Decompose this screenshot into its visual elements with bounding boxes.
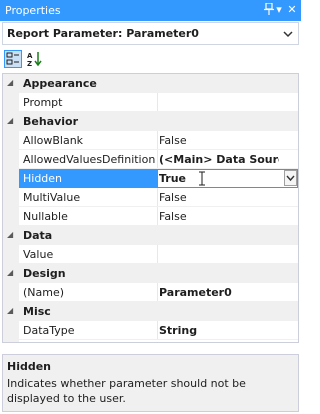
- properties-titlebar: Properties ▾ ✕: [0, 0, 301, 21]
- column-divider: [157, 188, 158, 207]
- property-row-value[interactable]: Value: [3, 245, 298, 264]
- object-selector-value: Report Parameter: Parameter0: [7, 27, 199, 40]
- description-panel: Hidden Indicates whether parameter shoul…: [2, 354, 299, 412]
- ibeam-cursor-icon: [199, 171, 205, 186]
- property-row-datatype[interactable]: DataType String: [3, 321, 298, 340]
- category-name: Data: [23, 229, 53, 242]
- expanded-icon[interactable]: ◢: [7, 78, 16, 87]
- column-divider: [157, 321, 158, 340]
- categorized-button[interactable]: [4, 50, 22, 68]
- property-value[interactable]: String: [159, 324, 279, 337]
- grid-toolbar: A Z: [0, 46, 301, 72]
- row-separator: [19, 339, 298, 340]
- expanded-icon[interactable]: ◢: [7, 230, 16, 239]
- property-row-allowblank[interactable]: AllowBlank False: [3, 131, 298, 150]
- property-value[interactable]: Parameter0: [159, 286, 279, 299]
- description-title: Hidden: [7, 360, 52, 373]
- column-divider: [157, 207, 158, 226]
- column-divider: [157, 93, 158, 112]
- column-divider: [157, 245, 158, 264]
- property-row-nullable[interactable]: Nullable False: [3, 207, 298, 226]
- alphabetical-button[interactable]: A Z: [26, 50, 44, 68]
- close-icon[interactable]: ✕: [285, 3, 299, 17]
- svg-text:A: A: [27, 52, 33, 60]
- expanded-icon[interactable]: ◢: [7, 306, 16, 315]
- svg-text:Z: Z: [27, 60, 32, 68]
- category-name: Misc: [23, 305, 51, 318]
- property-row-hidden[interactable]: Hidden True: [3, 169, 298, 188]
- property-name: Value: [23, 248, 54, 261]
- property-value[interactable]: True: [159, 172, 279, 185]
- property-name: Nullable: [23, 210, 68, 223]
- window-title: Properties: [5, 4, 61, 17]
- expanded-icon[interactable]: ◢: [7, 116, 16, 125]
- pin-icon[interactable]: [262, 2, 276, 17]
- category-name: Behavior: [23, 115, 79, 128]
- property-grid: ◢ Appearance Prompt ◢ Behavior AllowBlan…: [2, 73, 299, 343]
- property-value[interactable]: False: [159, 191, 279, 204]
- property-row-multivalue[interactable]: MultiValue False: [3, 188, 298, 207]
- property-row-prompt[interactable]: Prompt: [3, 93, 298, 112]
- expanded-icon[interactable]: ◢: [7, 268, 16, 277]
- object-selector[interactable]: Report Parameter: Parameter0: [2, 22, 299, 45]
- chevron-down-icon[interactable]: [282, 28, 294, 40]
- column-divider: [157, 150, 158, 169]
- property-name: AllowBlank: [23, 134, 84, 147]
- chevron-down-icon: [286, 175, 295, 182]
- property-name: MultiValue: [23, 191, 81, 204]
- category-design[interactable]: ◢ Design: [3, 264, 298, 283]
- category-data[interactable]: ◢ Data: [3, 226, 298, 245]
- column-divider: [157, 131, 158, 150]
- property-name: Prompt: [23, 96, 63, 109]
- property-value[interactable]: False: [159, 210, 279, 223]
- alphabetical-icon: A Z: [27, 52, 42, 68]
- property-row-name[interactable]: (Name) Parameter0: [3, 283, 298, 302]
- category-name: Appearance: [23, 77, 97, 90]
- property-row-allowedvaluesdefinition[interactable]: AllowedValuesDefinition (<Main> Data Sou…: [3, 150, 298, 169]
- column-divider: [157, 283, 158, 302]
- category-misc[interactable]: ◢ Misc: [3, 302, 298, 321]
- property-name: DataType: [23, 324, 75, 337]
- categorized-icon: [6, 52, 19, 65]
- category-appearance[interactable]: ◢ Appearance: [3, 74, 298, 93]
- category-name: Design: [23, 267, 66, 280]
- value-dropdown-button[interactable]: [284, 170, 297, 186]
- property-name: (Name): [23, 286, 65, 299]
- property-name: AllowedValuesDefinition: [23, 153, 156, 166]
- description-text: Indicates whether parameter should not b…: [7, 377, 246, 405]
- category-behavior[interactable]: ◢ Behavior: [3, 112, 298, 131]
- property-value[interactable]: (<Main> Data Source): [159, 153, 279, 166]
- property-value[interactable]: False: [159, 134, 279, 147]
- property-name: Hidden: [23, 172, 63, 185]
